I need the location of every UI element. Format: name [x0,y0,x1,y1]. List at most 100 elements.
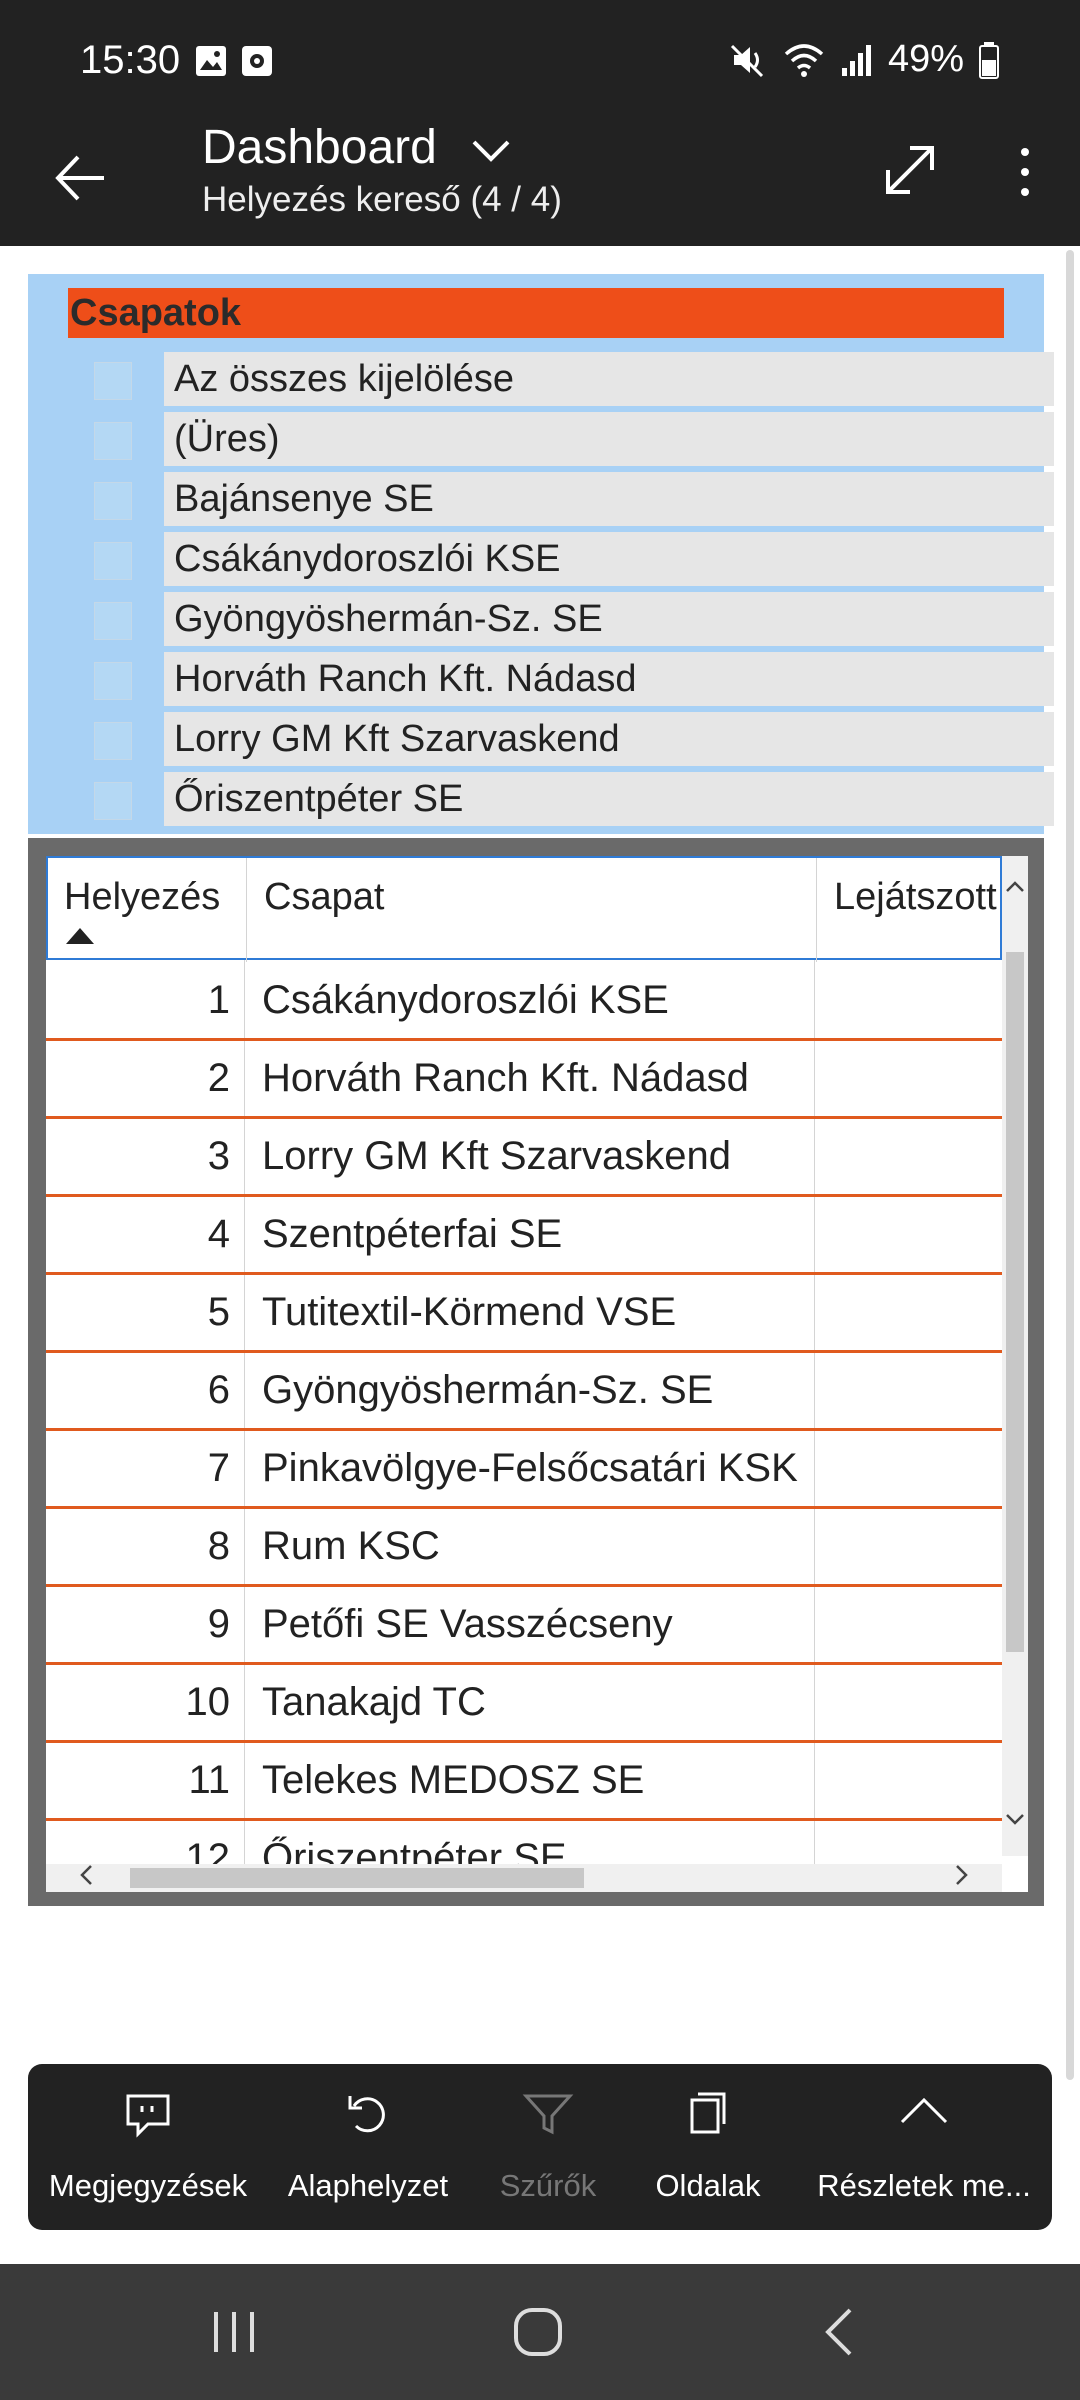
rank-cell: 6 [207,1368,230,1412]
action-label: Megjegyzések [48,2168,248,2203]
slicer-item[interactable]: Lorry GM Kft Szarvaskend [68,712,1054,766]
slicer-item[interactable]: Horváth Ranch Kft. Nádasd [68,652,1054,706]
standings-table-visual: Helyezés Csapat Lejátszott 1 Csákánydoro… [28,838,1044,1906]
table-row[interactable]: 3 Lorry GM Kft Szarvaskend [46,1120,1002,1197]
recent-apps-icon[interactable] [206,2304,262,2360]
table-row[interactable]: 10 Tanakajd TC [46,1666,1002,1743]
team-cell: Szentpéterfai SE [262,1212,563,1256]
column-divider [246,858,247,962]
slicer-item[interactable]: (Üres) [68,412,1054,466]
team-cell: Tanakajd TC [262,1680,486,1724]
rank-cell: 10 [185,1680,231,1724]
arrow-left-icon [55,155,104,201]
slicer-item[interactable]: Őriszentpéter SE [68,772,1054,826]
slicer-item-label: Bajánsenye SE [164,472,1054,526]
pages-button[interactable]: Oldalak [628,2064,788,2230]
slicer-item-label: Lorry GM Kft Szarvaskend [164,712,1054,766]
app-bar: Dashboard Helyezés kereső (4 / 4) [0,120,1080,246]
reset-button[interactable]: Alaphelyzet [268,2064,468,2230]
rank-cell: 9 [207,1602,230,1646]
horizontal-scrollbar[interactable] [46,1864,1002,1892]
action-label: Részletek me... [817,2168,1031,2203]
bottom-action-bar: Megjegyzések Alaphelyzet Szűrők Oldalak … [28,2064,1052,2230]
status-right: 49% [728,38,1000,81]
table-row[interactable]: 1 Csákánydoroszlói KSE [46,964,1002,1041]
team-cell: Tutitextil-Körmend VSE [262,1290,677,1334]
slicer-checkbox[interactable] [94,782,132,820]
status-bar: 15:30 49% [0,0,1080,120]
slicer-checkbox[interactable] [94,422,132,460]
chevron-down-icon[interactable] [466,126,516,176]
screen-record-icon [242,46,272,76]
team-cell: Petőfi SE Vasszécseny [262,1602,673,1646]
page-subtitle: Helyezés kereső (4 / 4) [202,180,562,219]
reset-icon [348,2096,385,2133]
slicer-checkbox[interactable] [94,662,132,700]
chevron-up-icon[interactable] [1004,876,1026,898]
slicer-item-label: Csákánydoroszlói KSE [164,532,1054,586]
slicer-item[interactable]: Gyöngyöshermán-Sz. SE [68,592,1054,646]
rank-cell: 11 [188,1758,230,1802]
back-nav-icon[interactable] [818,2304,862,2360]
filters-button[interactable]: Szűrők [468,2064,628,2230]
table-row[interactable]: 5 Tutitextil-Körmend VSE [46,1276,1002,1353]
rank-cell: 7 [207,1446,230,1490]
rank-cell: 8 [207,1524,230,1568]
back-button[interactable] [40,138,120,218]
battery-percent: 49% [887,38,964,80]
table-row[interactable]: 4 Szentpéterfai SE [46,1198,1002,1275]
slicer-item-label: Gyöngyöshermán-Sz. SE [164,592,1054,646]
column-header-team[interactable]: Csapat [264,876,384,919]
chevron-down-icon[interactable] [1004,1808,1026,1830]
slicer-title: Csapatok [68,288,1004,338]
table-row[interactable]: 11 Telekes MEDOSZ SE [46,1744,1002,1821]
home-icon[interactable] [510,2304,566,2360]
signal-icon [841,44,871,76]
image-icon [196,46,226,76]
team-cell: Lorry GM Kft Szarvaskend [262,1134,732,1178]
chevron-left-icon[interactable] [74,1860,98,1890]
column-header-played[interactable]: Lejátszott [834,876,1004,919]
more-vertical-icon[interactable] [1000,130,1050,210]
slicer-item-label: Őriszentpéter SE [164,772,1054,826]
standings-table: Helyezés Csapat Lejátszott 1 Csákánydoro… [46,856,1028,1892]
vertical-scrollbar[interactable] [1002,856,1028,1856]
action-label: Alaphelyzet [287,2168,449,2203]
team-slicer: Csapatok Az összes kijelölése (Üres) Baj… [28,274,1054,834]
horizontal-scroll-thumb[interactable] [130,1868,584,1888]
column-header-rank[interactable]: Helyezés [64,876,220,919]
slicer-item[interactable]: Csákánydoroszlói KSE [68,532,1054,586]
slicer-item-label: Horváth Ranch Kft. Nádasd [164,652,1054,706]
chevron-up-icon [900,2097,948,2124]
wifi-icon [784,43,824,77]
slicer-checkbox[interactable] [94,362,132,400]
slicer-item[interactable]: Bajánsenye SE [68,472,1054,526]
slicer-checkbox[interactable] [94,482,132,520]
action-label: Szűrők [499,2168,597,2203]
rank-cell: 1 [207,978,230,1022]
action-label: Oldalak [655,2168,761,2203]
pages-icon [690,2092,726,2134]
status-time: 15:30 [80,38,181,82]
table-row[interactable]: 7 Pinkavölgye-Felsőcsatári KSK [46,1432,1002,1509]
filter-icon [522,2094,574,2135]
rank-cell: 3 [207,1134,230,1178]
vertical-scroll-thumb[interactable] [1006,952,1024,1652]
slicer-checkbox[interactable] [94,722,132,760]
table-row[interactable]: 8 Rum KSC [46,1510,1002,1587]
rank-cell: 2 [207,1056,230,1100]
slicer-item[interactable]: Az összes kijelölése [68,352,1054,406]
page-scrollbar[interactable] [1066,250,1074,2080]
chevron-right-icon[interactable] [950,1860,974,1890]
table-row[interactable]: 6 Gyöngyöshermán-Sz. SE [46,1354,1002,1431]
table-row[interactable]: 9 Petőfi SE Vasszécseny [46,1588,1002,1665]
comments-button[interactable]: Megjegyzések [28,2064,268,2230]
rank-cell: 5 [207,1290,230,1334]
team-cell: Horváth Ranch Kft. Nádasd [262,1056,749,1100]
slicer-checkbox[interactable] [94,602,132,640]
details-button[interactable]: Részletek me... [796,2064,1052,2230]
slicer-checkbox[interactable] [94,542,132,580]
page-title[interactable]: Dashboard [202,120,437,175]
table-row[interactable]: 2 Horváth Ranch Kft. Nádasd [46,1042,1002,1119]
expand-icon[interactable] [870,130,950,210]
